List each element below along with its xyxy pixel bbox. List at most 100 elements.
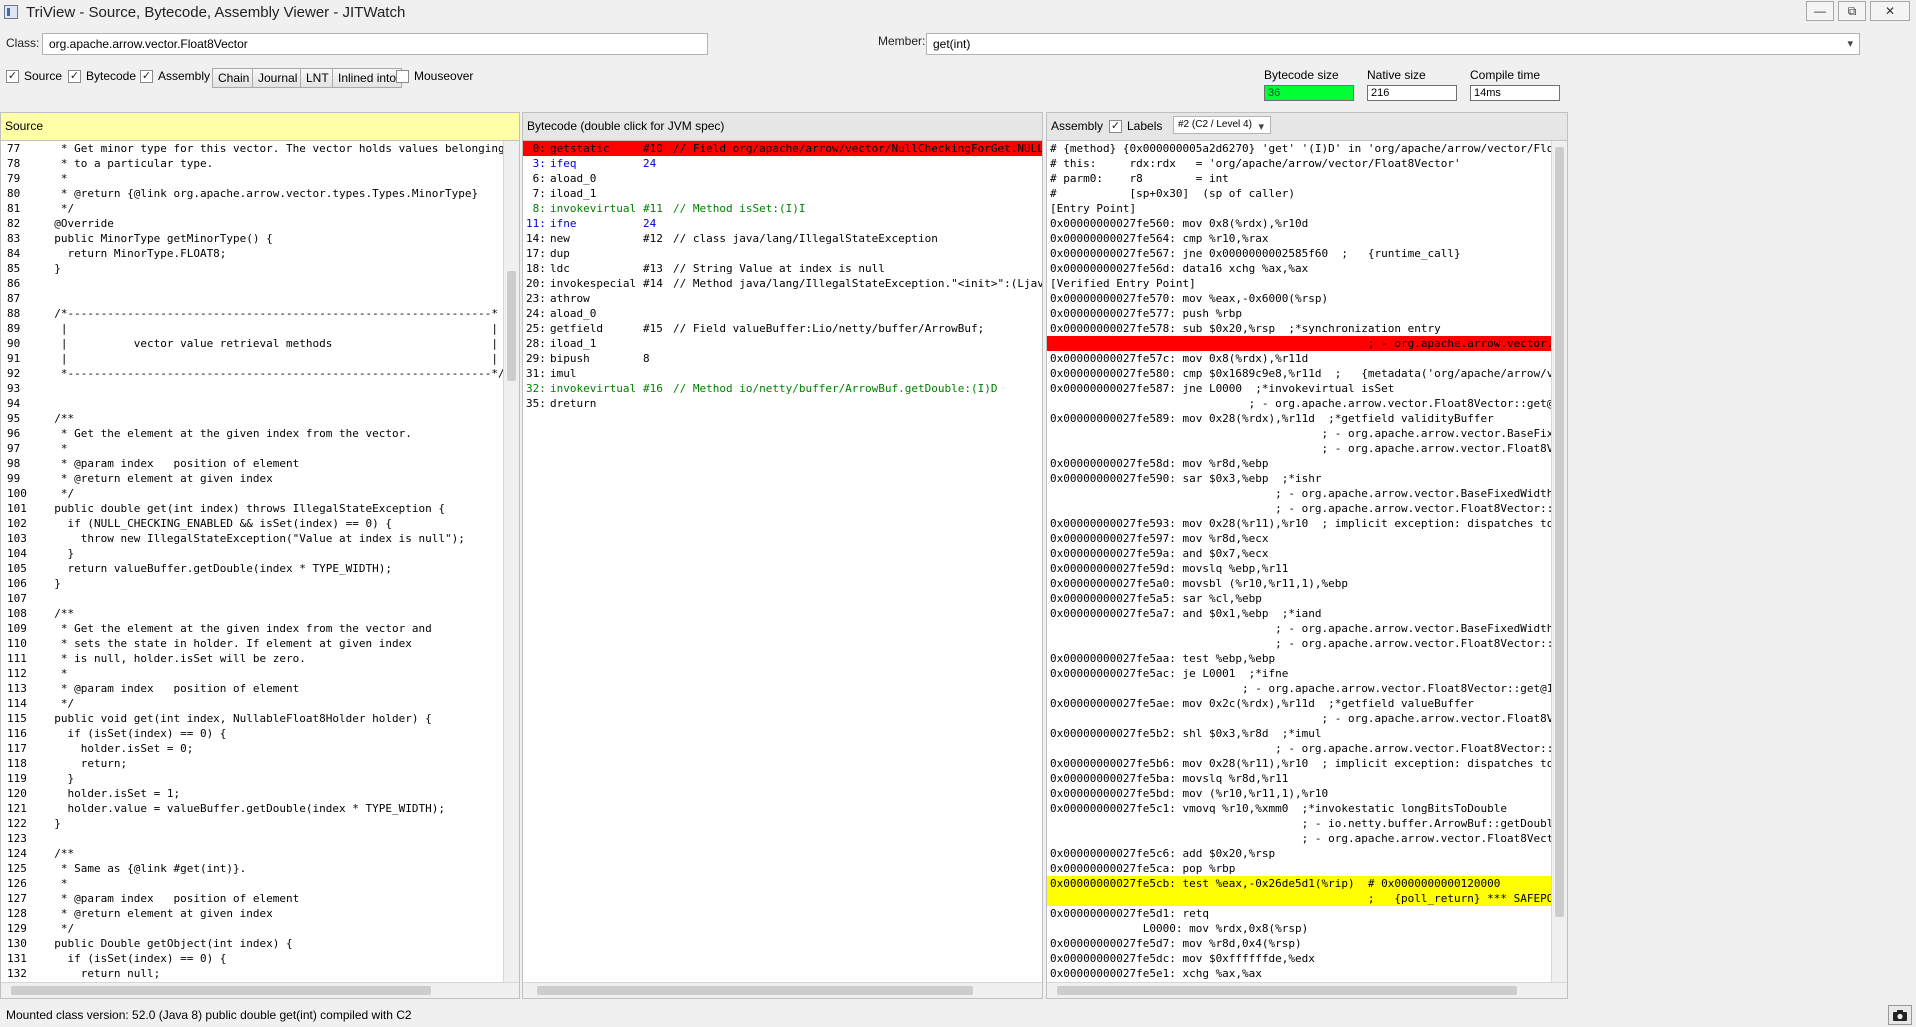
assembly-line[interactable]: 0x00000000027fe5e1: xchg %ax,%ax — [1047, 966, 1551, 981]
journal-button[interactable]: Journal — [252, 68, 304, 88]
bytecode-horizontal-scrollbar[interactable] — [523, 982, 1042, 998]
bytecode-line[interactable]: 32: invokevirtual #16 // Method io/netty/bu… — [523, 381, 1042, 396]
assembly-line[interactable]: ; - org.apache.arrow.vector.Float8Vector… — [1047, 741, 1551, 756]
bytecode-line[interactable]: 31: imul — [523, 366, 1042, 381]
assembly-line[interactable]: # this: rdx:rdx = 'org/apache/arrow/vect… — [1047, 156, 1551, 171]
assembly-line[interactable]: 0x00000000027fe5aa: test %ebp,%ebp — [1047, 651, 1551, 666]
assembly-line[interactable]: 0x00000000027fe580: cmp $0x1689c9e8,%r11… — [1047, 366, 1551, 381]
snapshot-button[interactable] — [1888, 1005, 1912, 1025]
source-checkbox[interactable]: ✓ Source — [6, 69, 62, 83]
bytecode-view[interactable]: 0: getstatic #10 // Field org/apache/arrow/… — [523, 141, 1042, 982]
bytecode-line[interactable]: 3: ifeq 24 — [523, 156, 1042, 171]
class-input[interactable]: org.apache.arrow.vector.Float8Vector — [42, 33, 708, 55]
bytecode-line[interactable]: 18: ldc #13 // String Value at index is nul… — [523, 261, 1042, 276]
assembly-line[interactable]: 0x00000000027fe5d1: retq — [1047, 906, 1551, 921]
assembly-line[interactable]: 0x00000000027fe58d: mov %r8d,%ebp — [1047, 456, 1551, 471]
assembly-check-box[interactable]: ✓ — [140, 69, 153, 83]
bytecode-line[interactable]: 23: athrow — [523, 291, 1042, 306]
assembly-line[interactable]: ; - org.apache.arrow.vector.BaseFixedWid… — [1047, 426, 1551, 441]
assembly-line[interactable]: ; - org.apache.arrow.vector.Float8Vector… — [1047, 396, 1551, 411]
source-code-view[interactable]: 77 * Get minor type for this vector. The… — [1, 141, 503, 982]
assembly-line[interactable]: ; - org.apache.arrow.vector.Float8Vector… — [1047, 831, 1551, 846]
lnt-button[interactable]: LNT — [300, 68, 335, 88]
assembly-line[interactable]: 0x00000000027fe5cb: test %eax,-0x26de5d1… — [1047, 876, 1551, 891]
assembly-line[interactable]: 0x00000000027fe5a5: sar %cl,%ebp — [1047, 591, 1551, 606]
bytecode-checkbox[interactable]: ✓ Bytecode — [68, 69, 136, 83]
assembly-vertical-scroll-thumb[interactable] — [1555, 147, 1564, 917]
assembly-line[interactable]: 0x00000000027fe587: jne L0000 ;*invokevi… — [1047, 381, 1551, 396]
assembly-view[interactable]: # {method} {0x000000005a2d6270} 'get' '(… — [1047, 141, 1551, 982]
assembly-line[interactable]: 0x00000000027fe59d: movslq %ebp,%r11 — [1047, 561, 1551, 576]
assembly-line[interactable]: # {method} {0x000000005a2d6270} 'get' '(… — [1047, 141, 1551, 156]
source-vertical-scroll-thumb[interactable] — [507, 271, 516, 381]
assembly-line[interactable]: ; - org.apache.arrow.vector.BaseFixedWid… — [1047, 486, 1551, 501]
assembly-line[interactable]: 0x00000000027fe5a7: and $0x1,%ebp ;*iand — [1047, 606, 1551, 621]
maximize-button[interactable]: ⧉ — [1838, 1, 1866, 21]
assembly-line[interactable]: L0000: mov %rdx,0x8(%rsp) — [1047, 921, 1551, 936]
bytecode-check-box[interactable]: ✓ — [68, 69, 81, 83]
bytecode-line[interactable]: 20: invokespecial #14 // Method java/lang/I… — [523, 276, 1042, 291]
assembly-line[interactable]: ; - io.netty.buffer.ArrowBuf::getDouble@… — [1047, 816, 1551, 831]
compilation-select[interactable]: #2 (C2 / Level 4) — [1173, 116, 1271, 134]
assembly-line[interactable]: 0x00000000027fe567: jne 0x0000000002585f… — [1047, 246, 1551, 261]
assembly-checkbox[interactable]: ✓ Assembly — [140, 69, 210, 83]
close-button[interactable]: ✕ — [1870, 1, 1910, 21]
assembly-line[interactable]: 0x00000000027fe57c: mov 0x8(%rdx),%r11d — [1047, 351, 1551, 366]
assembly-line[interactable]: 0x00000000027fe564: cmp %r10,%rax — [1047, 231, 1551, 246]
bytecode-line[interactable]: 6: aload_0 — [523, 171, 1042, 186]
assembly-line[interactable]: ; {poll_return} *** SAFEPOINT POLL * — [1047, 891, 1551, 906]
bytecode-line[interactable]: 35: dreturn — [523, 396, 1042, 411]
assembly-line[interactable]: 0x00000000027fe5ba: movslq %r8d,%r11 — [1047, 771, 1551, 786]
bytecode-line[interactable]: 29: bipush 8 — [523, 351, 1042, 366]
assembly-line[interactable]: 0x00000000027fe560: mov 0x8(%rdx),%r10d — [1047, 216, 1551, 231]
assembly-line[interactable]: ; - org.apache.arrow.vector.Float8Vector… — [1047, 336, 1551, 351]
assembly-line[interactable]: # parm0: r8 = int — [1047, 171, 1551, 186]
bytecode-horizontal-scroll-thumb[interactable] — [537, 986, 973, 995]
bytecode-line[interactable]: 24: aload_0 — [523, 306, 1042, 321]
labels-check-box[interactable]: ✓ — [1109, 119, 1122, 133]
bytecode-line[interactable]: 8: invokevirtual #11 // Method isSet:(I)I — [523, 201, 1042, 216]
assembly-line[interactable]: 0x00000000027fe5c6: add $0x20,%rsp — [1047, 846, 1551, 861]
assembly-vertical-scrollbar[interactable] — [1551, 141, 1567, 982]
assembly-line[interactable]: 0x00000000027fe570: mov %eax,-0x6000(%rs… — [1047, 291, 1551, 306]
assembly-line[interactable]: 0x00000000027fe589: mov 0x28(%rdx),%r11d… — [1047, 411, 1551, 426]
assembly-line[interactable]: 0x00000000027fe56d: data16 xchg %ax,%ax — [1047, 261, 1551, 276]
mouseover-checkbox[interactable]: Mouseover — [396, 69, 473, 83]
assembly-line[interactable]: 0x00000000027fe578: sub $0x20,%rsp ;*syn… — [1047, 321, 1551, 336]
assembly-line[interactable]: ; - org.apache.arrow.vector.Float8Vector… — [1047, 711, 1551, 726]
minimize-button[interactable]: — — [1806, 1, 1834, 21]
chain-button[interactable]: Chain — [212, 68, 256, 88]
labels-checkbox[interactable]: ✓ Labels — [1109, 119, 1162, 133]
source-check-box[interactable]: ✓ — [6, 69, 19, 83]
bytecode-line[interactable]: 7: iload_1 — [523, 186, 1042, 201]
assembly-line[interactable]: 0x00000000027fe5ca: pop %rbp — [1047, 861, 1551, 876]
assembly-horizontal-scrollbar[interactable] — [1047, 982, 1567, 998]
bytecode-line[interactable]: 0: getstatic #10 // Field org/apache/arrow/… — [523, 141, 1042, 156]
source-horizontal-scroll-thumb[interactable] — [11, 986, 431, 995]
assembly-line[interactable]: 0x00000000027fe5c1: vmovq %r10,%xmm0 ;*i… — [1047, 801, 1551, 816]
source-vertical-scrollbar[interactable] — [503, 141, 519, 982]
bytecode-line[interactable]: 14: new #12 // class java/lang/IllegalState… — [523, 231, 1042, 246]
assembly-line[interactable]: 0x00000000027fe597: mov %r8d,%ecx — [1047, 531, 1551, 546]
assembly-line[interactable]: [Verified Entry Point] — [1047, 276, 1551, 291]
assembly-line[interactable]: 0x00000000027fe593: mov 0x28(%r11),%r10 … — [1047, 516, 1551, 531]
assembly-line[interactable]: ; - org.apache.arrow.vector.Float8Vector… — [1047, 636, 1551, 651]
source-horizontal-scrollbar[interactable] — [1, 982, 519, 998]
inlined-into-button[interactable]: Inlined into — [332, 68, 403, 88]
assembly-line[interactable]: 0x00000000027fe59a: and $0x7,%ecx — [1047, 546, 1551, 561]
assembly-line[interactable]: ; - org.apache.arrow.vector.Float8Vector… — [1047, 441, 1551, 456]
assembly-line[interactable]: 0x00000000027fe5bd: mov (%r10,%r11,1),%r… — [1047, 786, 1551, 801]
bytecode-line[interactable]: 28: iload_1 — [523, 336, 1042, 351]
assembly-line[interactable]: 0x00000000027fe590: sar $0x3,%ebp ;*ishr — [1047, 471, 1551, 486]
assembly-line[interactable]: ; - org.apache.arrow.vector.Float8Vector… — [1047, 501, 1551, 516]
assembly-line[interactable]: 0x00000000027fe5dc: mov $0xffffffde,%edx — [1047, 951, 1551, 966]
assembly-line[interactable]: [Entry Point] — [1047, 201, 1551, 216]
mouseover-check-box[interactable] — [396, 69, 409, 83]
assembly-line[interactable]: 0x00000000027fe5a0: movsbl (%r10,%r11,1)… — [1047, 576, 1551, 591]
assembly-line[interactable]: ; - org.apache.arrow.vector.Float8Vector… — [1047, 681, 1551, 696]
assembly-horizontal-scroll-thumb[interactable] — [1057, 986, 1517, 995]
bytecode-line[interactable]: 17: dup — [523, 246, 1042, 261]
assembly-line[interactable]: 0x00000000027fe5ac: je L0001 ;*ifne — [1047, 666, 1551, 681]
member-select[interactable]: get(int) — [926, 33, 1860, 55]
assembly-line[interactable]: # [sp+0x30] (sp of caller) — [1047, 186, 1551, 201]
